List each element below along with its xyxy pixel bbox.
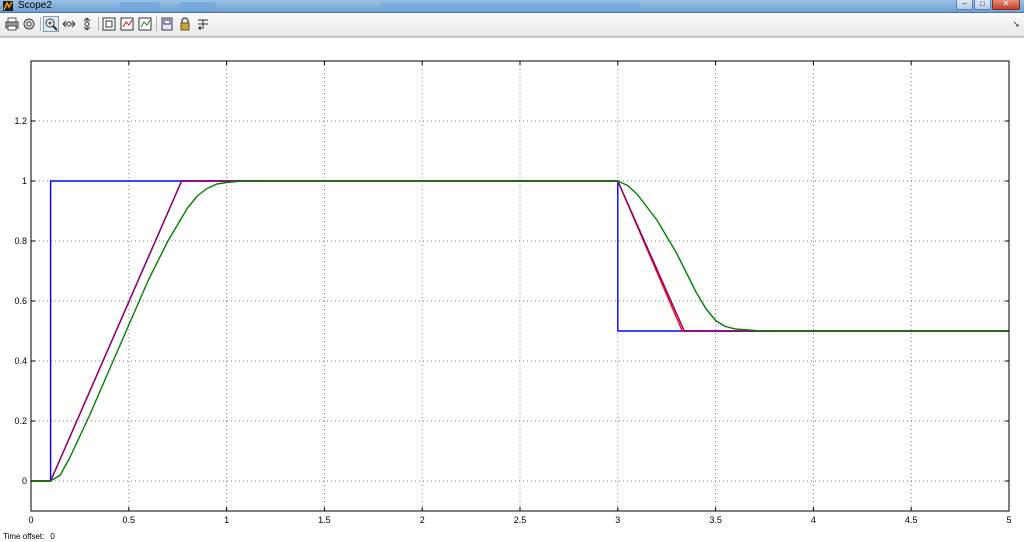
y-tick-label: 0.6 <box>14 296 27 306</box>
signal-selector-icon <box>198 19 208 30</box>
floating-scope-button[interactable] <box>159 16 175 32</box>
parameters-icon <box>23 18 35 30</box>
toolbar-separator <box>98 17 99 31</box>
x-tick-label: 1.5 <box>318 515 331 525</box>
time-offset-label: Time offset: <box>3 532 45 541</box>
y-tick-label: 1.2 <box>14 116 27 126</box>
window-title: Scope2 <box>18 0 52 11</box>
restore-axes-button[interactable] <box>137 16 153 32</box>
x-tick-label: 5 <box>1006 515 1011 525</box>
y-tick-label: 1 <box>22 176 27 186</box>
taskbar-blur <box>380 2 640 10</box>
zoom-x-icon <box>62 20 76 28</box>
lock-axes-icon <box>180 17 190 31</box>
zoom-icon <box>45 18 58 31</box>
x-tick-label: 3.5 <box>709 515 722 525</box>
scope-toolbar: ➘ <box>0 13 1024 37</box>
x-tick-label: 0 <box>28 515 33 525</box>
taskbar-blur <box>120 2 160 10</box>
title-bar[interactable]: Scope2 – □ ✕ <box>0 0 1024 13</box>
y-tick-label: 0 <box>22 476 27 486</box>
maximize-button[interactable]: □ <box>974 0 991 10</box>
window-controls: – □ ✕ <box>956 0 1020 10</box>
toolbar-separator <box>156 17 157 31</box>
time-offset-value: 0 <box>50 532 55 541</box>
matlab-scope-icon <box>3 1 13 11</box>
floating-scope-icon <box>161 17 173 31</box>
zoom-button[interactable] <box>43 16 59 32</box>
toolbar-dock-arrow-icon[interactable]: ➘ <box>1012 19 1020 30</box>
time-offset-readout: Time offset: 0 <box>3 532 61 541</box>
zoom-y-icon <box>83 17 91 31</box>
taskbar-blur <box>180 2 216 10</box>
x-tick-label: 2.5 <box>514 515 527 525</box>
print-icon <box>5 17 19 31</box>
autoscale-button[interactable] <box>101 16 117 32</box>
x-tick-label: 4.5 <box>905 515 918 525</box>
scope-plot[interactable]: 0 0.5 1 1.5 2 2.5 3 3.5 4 4.5 5 0 0.2 0.4 0.6 0.8 1 1.2 <box>0 38 1024 532</box>
autoscale-icon <box>102 17 116 31</box>
lock-axes-button[interactable] <box>177 16 193 32</box>
y-tick-label: 0.8 <box>14 236 27 246</box>
close-button[interactable]: ✕ <box>992 0 1020 10</box>
y-tick-label: 0.4 <box>14 356 27 366</box>
save-axes-icon <box>120 17 134 31</box>
minimize-button[interactable]: – <box>956 0 973 10</box>
signal-selector-button[interactable] <box>195 16 211 32</box>
zoom-y-button[interactable] <box>79 16 95 32</box>
x-tick-label: 1 <box>224 515 229 525</box>
print-button[interactable] <box>4 16 20 32</box>
toolbar-separator <box>40 17 41 31</box>
restore-axes-icon <box>138 17 152 31</box>
x-tick-label: 4 <box>811 515 816 525</box>
save-axes-button[interactable] <box>119 16 135 32</box>
scope-figure: 0 0.5 1 1.5 2 2.5 3 3.5 4 4.5 5 0 0.2 0.4 0.6 0.8 1 1.2 <box>0 37 1024 542</box>
parameters-button[interactable] <box>21 16 37 32</box>
x-tick-label: 0.5 <box>123 515 136 525</box>
zoom-x-button[interactable] <box>61 16 77 32</box>
x-tick-label: 2 <box>420 515 425 525</box>
y-tick-label: 0.2 <box>14 416 27 426</box>
x-tick-label: 3 <box>615 515 620 525</box>
